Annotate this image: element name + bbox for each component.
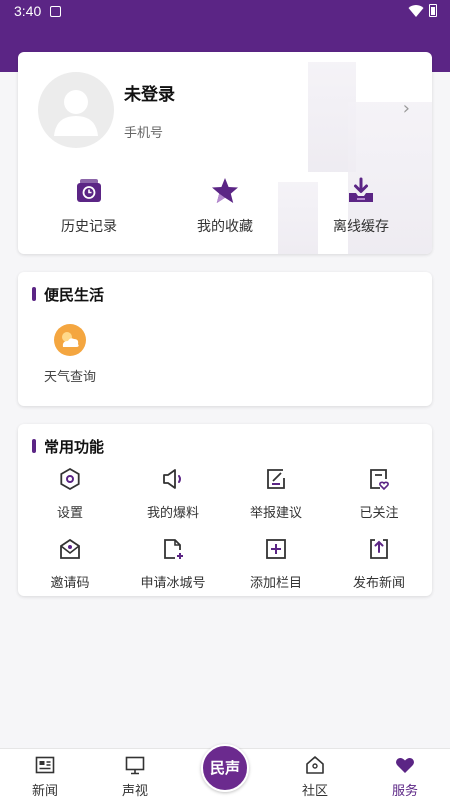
life-services-card: 便民生活 天气查询	[18, 272, 432, 406]
func-invite-code[interactable]: 邀请码	[18, 536, 122, 591]
monitor-icon	[125, 756, 145, 775]
status-time: 3:40	[14, 3, 42, 19]
add-column-icon	[266, 539, 286, 559]
report-icon	[267, 469, 285, 489]
section-title-functions: 常用功能	[32, 436, 104, 457]
star-icon	[212, 178, 238, 203]
nav-tab-news-label: 新闻	[31, 784, 58, 799]
func-invite-code-label: 邀请码	[50, 576, 90, 591]
nav-tab-community[interactable]: 社区	[270, 754, 360, 799]
quick-offline-cache-label: 离线缓存	[333, 219, 389, 235]
weather-icon	[54, 324, 86, 356]
func-my-tips-label: 我的爆料	[146, 506, 199, 521]
quick-history-label: 历史记录	[61, 219, 117, 235]
chevron-right-icon[interactable]: ›	[403, 98, 410, 119]
func-followed-label: 已关注	[359, 506, 399, 521]
func-apply-account[interactable]: 申请冰城号	[121, 536, 225, 591]
login-status-title[interactable]: 未登录	[124, 80, 175, 105]
section-title-life: 便民生活	[32, 284, 104, 305]
nav-tab-services-label: 服务	[391, 784, 418, 799]
notification-icon	[50, 6, 61, 17]
status-bar: 3:40	[0, 0, 450, 24]
func-apply-account-label: 申请冰城号	[140, 576, 206, 591]
user-silhouette-icon	[54, 90, 98, 136]
func-add-column[interactable]: 添加栏目	[224, 536, 328, 591]
func-settings-label: 设置	[56, 506, 83, 521]
avatar[interactable]	[38, 72, 114, 148]
wifi-icon	[408, 5, 424, 18]
quick-favorites-label: 我的收藏	[197, 219, 253, 235]
common-functions-card: 常用功能 设置 我的爆料 举报建议 已关注 邀请码 申请冰城号 添加栏目 发布新…	[18, 424, 432, 596]
func-settings[interactable]: 设置	[18, 466, 122, 521]
nav-tab-news[interactable]: 新闻	[0, 754, 90, 799]
quick-favorites[interactable]: 我的收藏	[156, 176, 294, 236]
weather-query-item[interactable]: 天气查询	[34, 324, 106, 385]
func-publish-news-label: 发布新闻	[352, 576, 405, 591]
nav-center-minsheng-button[interactable]: 民声	[201, 744, 249, 792]
quick-offline-cache[interactable]: 离线缓存	[292, 176, 430, 236]
func-publish-news[interactable]: 发布新闻	[327, 536, 431, 591]
invite-icon	[60, 538, 80, 559]
apply-document-icon	[164, 539, 183, 559]
func-add-column-label: 添加栏目	[249, 576, 302, 591]
func-report[interactable]: 举报建议	[224, 466, 328, 521]
nav-tab-video-label: 声视	[121, 784, 148, 799]
download-icon	[349, 177, 373, 202]
profile-card: 未登录 手机号 › 历史记录 我的收藏 离线缓存	[18, 52, 432, 254]
func-my-tips[interactable]: 我的爆料	[121, 466, 225, 521]
history-icon	[77, 179, 101, 202]
phone-label: 手机号	[124, 126, 164, 141]
followed-icon	[370, 469, 389, 491]
func-report-label: 举报建议	[249, 506, 302, 521]
settings-icon	[60, 467, 80, 491]
nav-tab-services[interactable]: 服务	[360, 754, 450, 799]
megaphone-icon	[163, 469, 181, 489]
weather-query-label: 天气查询	[43, 370, 96, 385]
news-icon	[35, 756, 55, 774]
nav-tab-video[interactable]: 声视	[90, 754, 180, 799]
quick-history[interactable]: 历史记录	[20, 176, 158, 236]
func-followed[interactable]: 已关注	[327, 466, 431, 521]
nav-tab-community-label: 社区	[301, 784, 328, 799]
heart-icon	[396, 758, 414, 773]
publish-icon	[370, 539, 388, 559]
battery-icon	[429, 4, 437, 17]
community-house-icon	[306, 756, 324, 774]
